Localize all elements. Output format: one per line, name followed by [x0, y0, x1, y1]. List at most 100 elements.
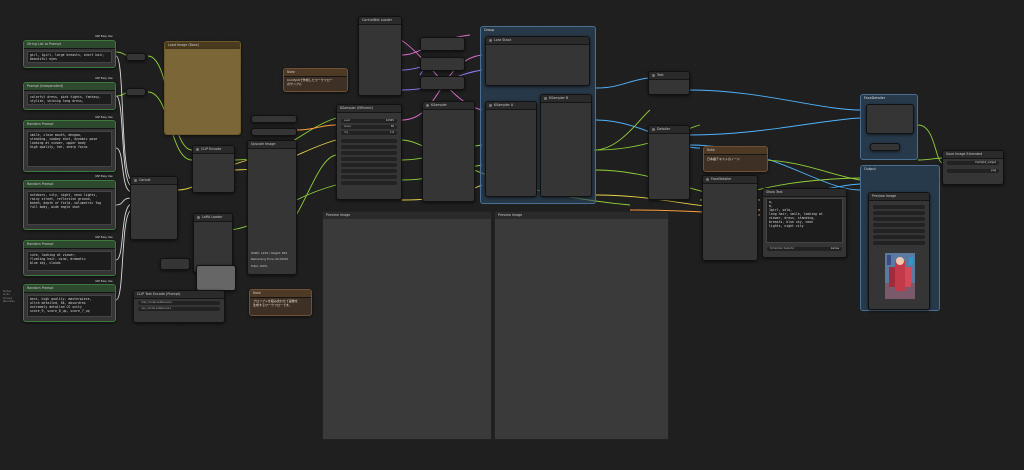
prompt-node-3[interactable]: Random Prompt smile, close mouth, ahegao… [23, 120, 116, 172]
format-widget[interactable]: png [947, 169, 999, 173]
node-title: Upscale Image [248, 141, 296, 149]
prompt-node-4[interactable]: Random Prompt outdoors, city, night, neo… [23, 180, 116, 230]
widget-label: seed [344, 119, 351, 122]
text-note-node[interactable]: Note プロンプトを組み合わせて画像を 生成するワークフローです。 [249, 289, 312, 316]
info-note-node[interactable]: Note ComfyUIで作成したワークフロー のサンプル [283, 68, 348, 92]
ksampler-node[interactable]: KSampler (Efficient) seed 12345 steps 30 c… [336, 104, 402, 200]
load-image-node[interactable]: Load Image (Base) [164, 41, 241, 135]
prompt-textarea[interactable]: best, high quality, masterpiece, ultra d… [27, 295, 112, 317]
scheduler-widget[interactable]: Scheduler Selector karras [767, 247, 842, 251]
widget-row[interactable] [341, 139, 397, 143]
widget-row[interactable] [341, 151, 397, 155]
widget-row[interactable] [873, 241, 925, 245]
image-detailer-node[interactable]: Detailer [648, 125, 690, 200]
prompt-node-5[interactable]: Random Prompt cute, looking at viewer, f… [23, 240, 116, 276]
show-text-node[interactable]: Show Text a, b, 1girl, solo, long hair, … [762, 188, 847, 258]
widget-row[interactable] [341, 181, 397, 185]
preview-image-right[interactable]: Preview Image [494, 211, 669, 440]
final-preview-node[interactable]: Preview Image [868, 192, 930, 310]
checkpoint-loader-top[interactable]: ControlNet Loader [358, 16, 402, 96]
node-title: Preview Image [495, 212, 668, 219]
widget-label: Scheduler Selector [770, 247, 795, 250]
model-sampling-node[interactable] [420, 76, 465, 90]
widget-row[interactable] [341, 145, 397, 149]
size-node[interactable] [160, 258, 190, 270]
widget-row[interactable] [873, 229, 925, 233]
filename-widget[interactable]: ComfyUI_output [947, 161, 999, 165]
hub-badge: VAE Easy Use [95, 116, 113, 119]
vae-decode-node[interactable] [420, 37, 465, 51]
widget-row[interactable] [341, 175, 397, 179]
sampler-a-node[interactable]: KSampler A [485, 101, 537, 197]
node-title: Lora Stack [486, 37, 589, 45]
node-title: Detailer [649, 126, 689, 134]
show-text-area: a, b, 1girl, solo, long hair, smile, loo… [766, 198, 843, 243]
widget-value: karras [830, 247, 839, 250]
sampler-b-node[interactable]: KSampler B [540, 94, 592, 197]
conditioning-node[interactable] [251, 128, 297, 136]
prompt-textarea[interactable]: smile, close mouth, ahegao, standing, co… [27, 131, 112, 167]
prompt-textarea[interactable]: girl, 1girl, large breasts, short hair, … [27, 51, 112, 63]
loader-row[interactable]: ckpt_model.safetensors [138, 301, 220, 305]
node-title: Preview Image [869, 193, 929, 201]
reroute-node[interactable] [126, 53, 146, 61]
node-title: KSampler A [486, 102, 536, 110]
group-title: Group [484, 28, 495, 32]
prompt-textarea[interactable]: outdoors, city, night, neon lights, rain… [27, 191, 112, 225]
widget-label: cfg [344, 131, 348, 134]
widget-row[interactable] [341, 157, 397, 161]
loader-row[interactable]: vae_model.safetensors [138, 307, 220, 311]
node-title: Note [704, 147, 767, 155]
vae-encode-node[interactable] [251, 115, 297, 123]
widget-row[interactable] [873, 217, 925, 221]
widget-row[interactable] [873, 211, 925, 215]
widget-value: 30 [390, 125, 394, 128]
widget-row[interactable] [341, 169, 397, 173]
checkpoint-loader-node[interactable]: CLIP Text Encode (Prompt) ckpt_model.saf… [133, 290, 225, 323]
widget-row[interactable] [873, 235, 925, 239]
node-title: Prompt (Independent) [24, 83, 115, 91]
group-title: FaceDetailer [864, 96, 886, 100]
node-title: Random Prompt [24, 121, 115, 129]
detailer-sampler-node[interactable]: KSampler [422, 101, 475, 202]
save-image-node[interactable]: Save Image Extended ComfyUI_output png [942, 150, 1004, 185]
face-detailer-node[interactable]: FaceDetailer [702, 175, 758, 261]
text-concat-node[interactable]: Text [648, 71, 690, 95]
hub-badge: VAE Easy Use [95, 175, 113, 178]
reroute-node[interactable] [126, 88, 146, 96]
widget-row[interactable] [341, 163, 397, 167]
steps-widget[interactable]: steps 30 [341, 125, 397, 129]
prompt-textarea[interactable]: cute, looking at viewer, floating hair, … [27, 251, 112, 271]
prompt-node-2[interactable]: Prompt (Independent) colorful dress, pin… [23, 82, 116, 110]
node-title: CLIP Text Encode (Prompt) [134, 291, 224, 299]
widget-row[interactable] [873, 223, 925, 227]
node-title: Text [649, 72, 689, 80]
image-resize-node[interactable] [196, 265, 236, 291]
node-title: Random Prompt [24, 241, 115, 249]
prompt-textarea[interactable]: colorful dress, pink tights, fantasy, st… [27, 93, 112, 105]
cfg-widget[interactable]: cfg 7.0 [341, 131, 397, 135]
node-title: KSampler (Efficient) [337, 105, 401, 113]
jp-text-note[interactable]: Note 日本語テキストのノード [703, 146, 768, 172]
concat-node[interactable]: Concat [130, 176, 178, 240]
group-title: Output [864, 167, 876, 171]
note-text: 日本語テキストのノード [707, 157, 740, 161]
lora-stack-node[interactable]: Lora Stack [485, 36, 590, 86]
seed-widget[interactable]: seed 12345 [341, 119, 397, 123]
upscale-image-node[interactable]: Upscale Image Width: 1216 / Height: 832 … [247, 140, 297, 275]
upscale-info: Width: 1216 / Height: 832 [251, 251, 288, 255]
node-title: LoRA Loader [194, 214, 232, 222]
prompt-node-6[interactable]: Random Prompt best, high quality, master… [23, 284, 116, 322]
lora-loader-node[interactable]: LoRA Loader [193, 213, 233, 273]
widget-row[interactable] [873, 205, 925, 209]
detector-node[interactable] [866, 104, 914, 134]
prompt-node-1[interactable]: String List to Prompt girl, 1girl, large… [23, 40, 116, 68]
node-title: KSampler [423, 102, 474, 110]
preview-image-left[interactable]: Preview Image [322, 211, 492, 440]
clip-encode-node[interactable]: CLIP Encode [192, 145, 235, 193]
generated-image-thumbnail [885, 253, 915, 299]
clip-skip-node[interactable] [420, 57, 465, 71]
node-title: Save Image Extended [943, 151, 1003, 159]
sam-loader-node[interactable] [870, 143, 900, 151]
hub-badge: VAE Easy Use [95, 280, 113, 283]
